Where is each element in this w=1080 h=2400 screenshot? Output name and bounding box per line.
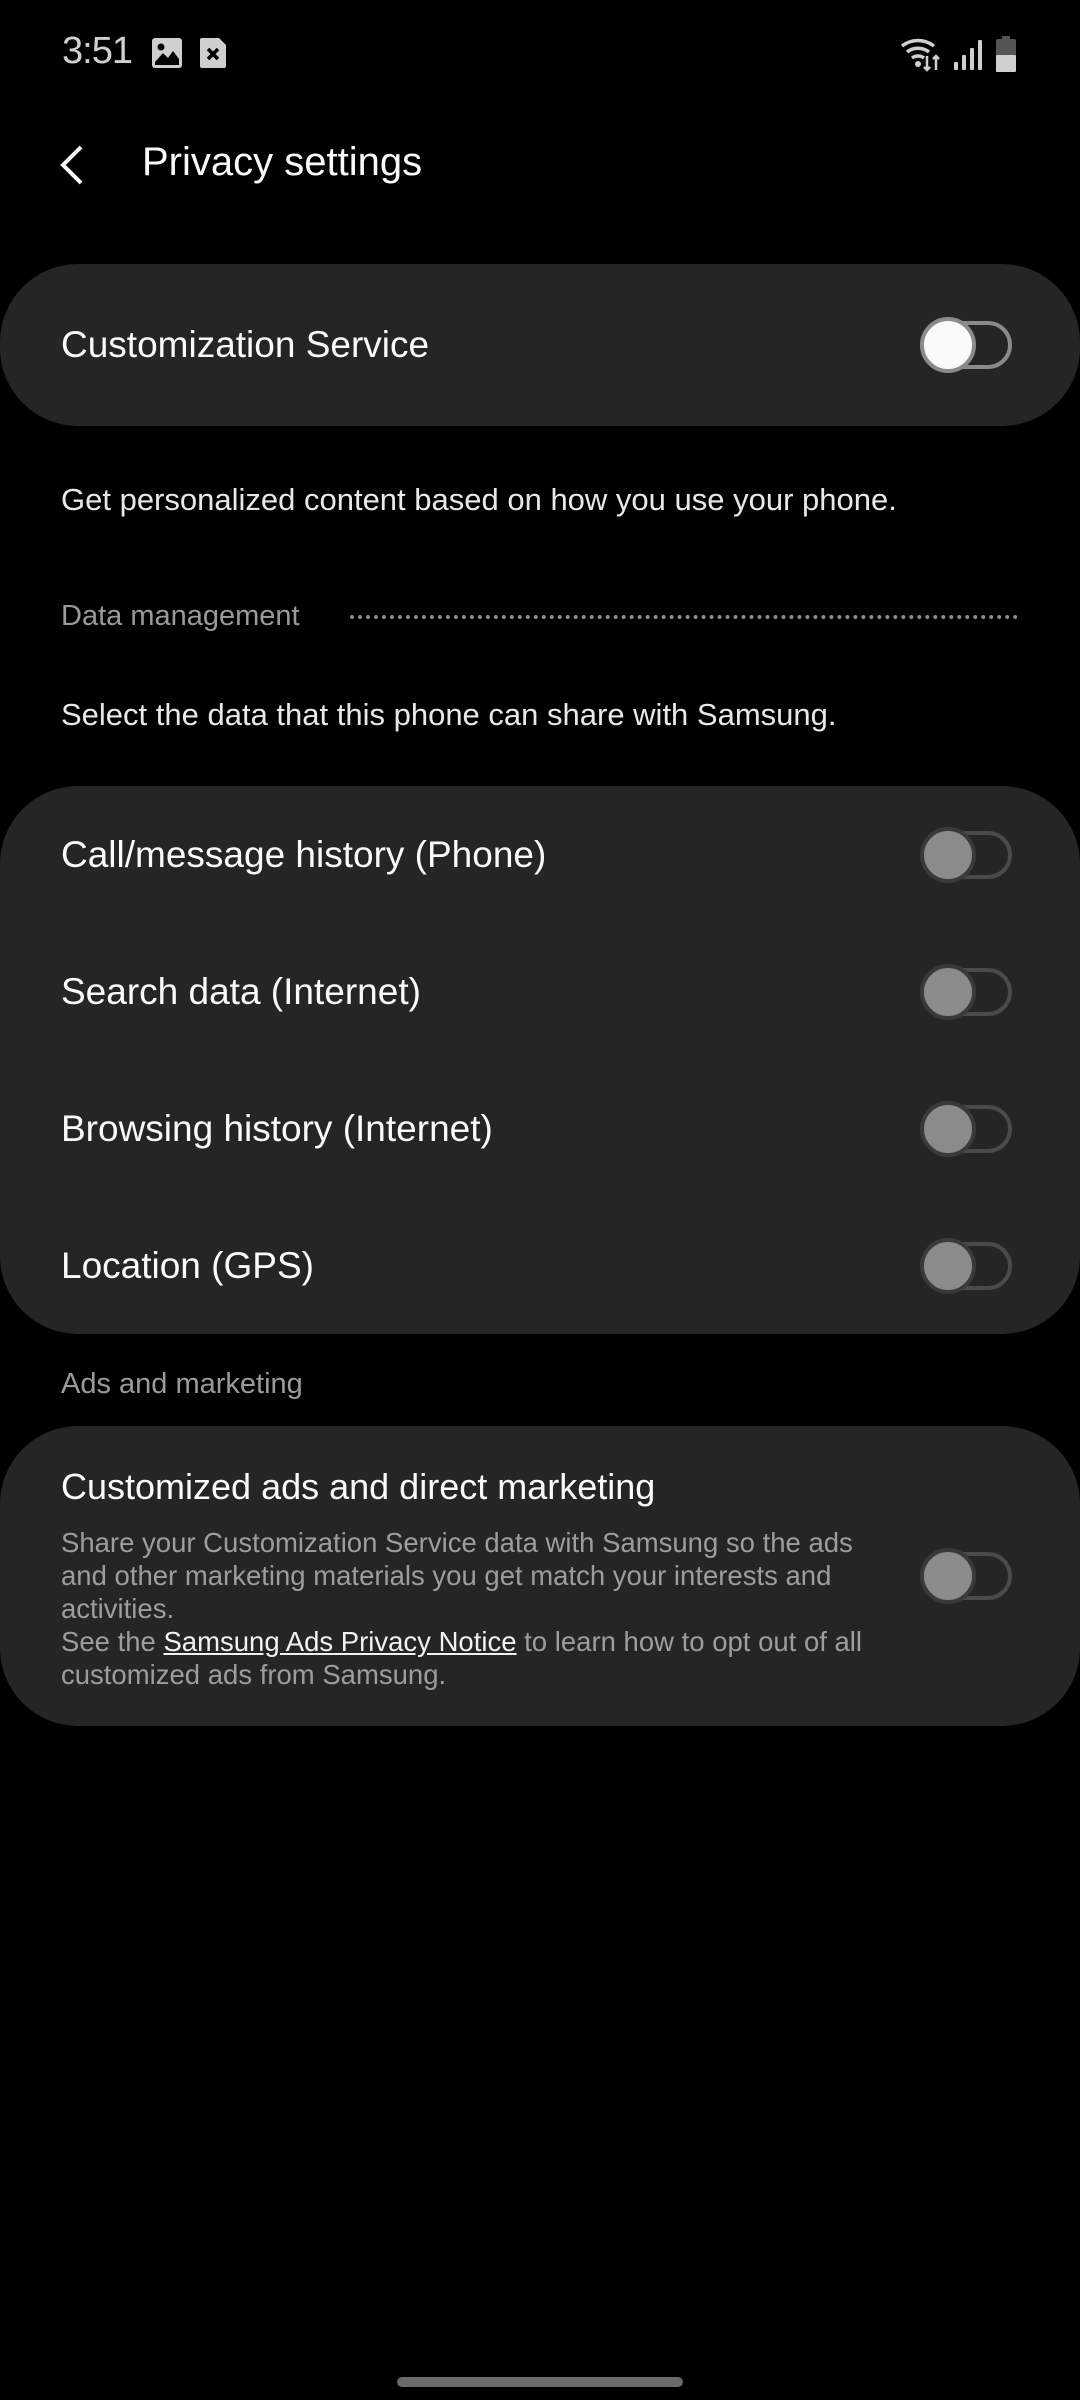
data-item-search-data[interactable]: Search data (Internet) — [0, 923, 1080, 1060]
status-bar: 3:51 — [0, 0, 1080, 110]
switch-thumb — [920, 963, 976, 1020]
samsung-ads-privacy-notice-link[interactable]: Samsung Ads Privacy Notice — [163, 1626, 516, 1657]
switch-thumb — [920, 316, 976, 373]
search-data-switch[interactable] — [920, 963, 1012, 1020]
signal-icon — [952, 38, 986, 70]
data-item-label: Search data (Internet) — [61, 970, 421, 1012]
customization-service-card[interactable]: Customization Service — [0, 264, 1080, 426]
customization-service-row[interactable]: Customization Service — [0, 276, 1080, 413]
ads-body-prefix: See the — [61, 1626, 164, 1657]
data-item-label: Call/message history (Phone) — [61, 833, 547, 875]
data-management-header: Data management — [61, 600, 300, 632]
customized-ads-card[interactable]: Customized ads and direct marketing Shar… — [0, 1426, 1080, 1726]
page-title: Privacy settings — [142, 140, 423, 184]
battery-icon — [994, 36, 1018, 72]
data-item-call-message-history[interactable]: Call/message history (Phone) — [0, 786, 1080, 923]
switch-thumb — [920, 1100, 976, 1157]
sim-card-error-icon — [200, 38, 226, 68]
data-item-browsing-history[interactable]: Browsing history (Internet) — [0, 1060, 1080, 1197]
ads-marketing-header: Ads and marketing — [61, 1368, 303, 1400]
section-divider — [350, 615, 1018, 619]
customization-service-label: Customization Service — [61, 323, 430, 365]
switch-thumb — [920, 826, 976, 883]
call-message-history-switch[interactable] — [920, 826, 1012, 883]
data-item-label: Location (GPS) — [61, 1244, 314, 1286]
status-time: 3:51 — [62, 30, 133, 72]
wifi-data-icon — [900, 36, 944, 72]
data-item-location[interactable]: Location (GPS) — [0, 1197, 1080, 1334]
ads-body-text: Share your Customization Service data wi… — [61, 1527, 853, 1624]
customization-service-switch[interactable] — [920, 316, 1012, 373]
gallery-icon — [152, 38, 182, 68]
app-bar: Privacy settings — [0, 110, 1080, 220]
data-management-description: Select the data that this phone can shar… — [61, 697, 837, 732]
chevron-left-icon — [60, 145, 83, 185]
home-indicator[interactable] — [397, 2377, 683, 2387]
switch-thumb — [920, 1237, 976, 1294]
customization-service-description: Get personalized content based on how yo… — [61, 482, 897, 517]
data-management-card: Call/message history (Phone) Search data… — [0, 786, 1080, 1334]
customized-ads-description: Share your Customization Service data wi… — [61, 1526, 881, 1691]
customized-ads-title: Customized ads and direct marketing — [61, 1466, 656, 1507]
back-button[interactable] — [44, 132, 100, 198]
switch-thumb — [920, 1548, 976, 1604]
data-item-label: Browsing history (Internet) — [61, 1107, 493, 1149]
location-switch[interactable] — [920, 1237, 1012, 1294]
browsing-history-switch[interactable] — [920, 1100, 1012, 1157]
customized-ads-switch[interactable] — [920, 1548, 1012, 1604]
